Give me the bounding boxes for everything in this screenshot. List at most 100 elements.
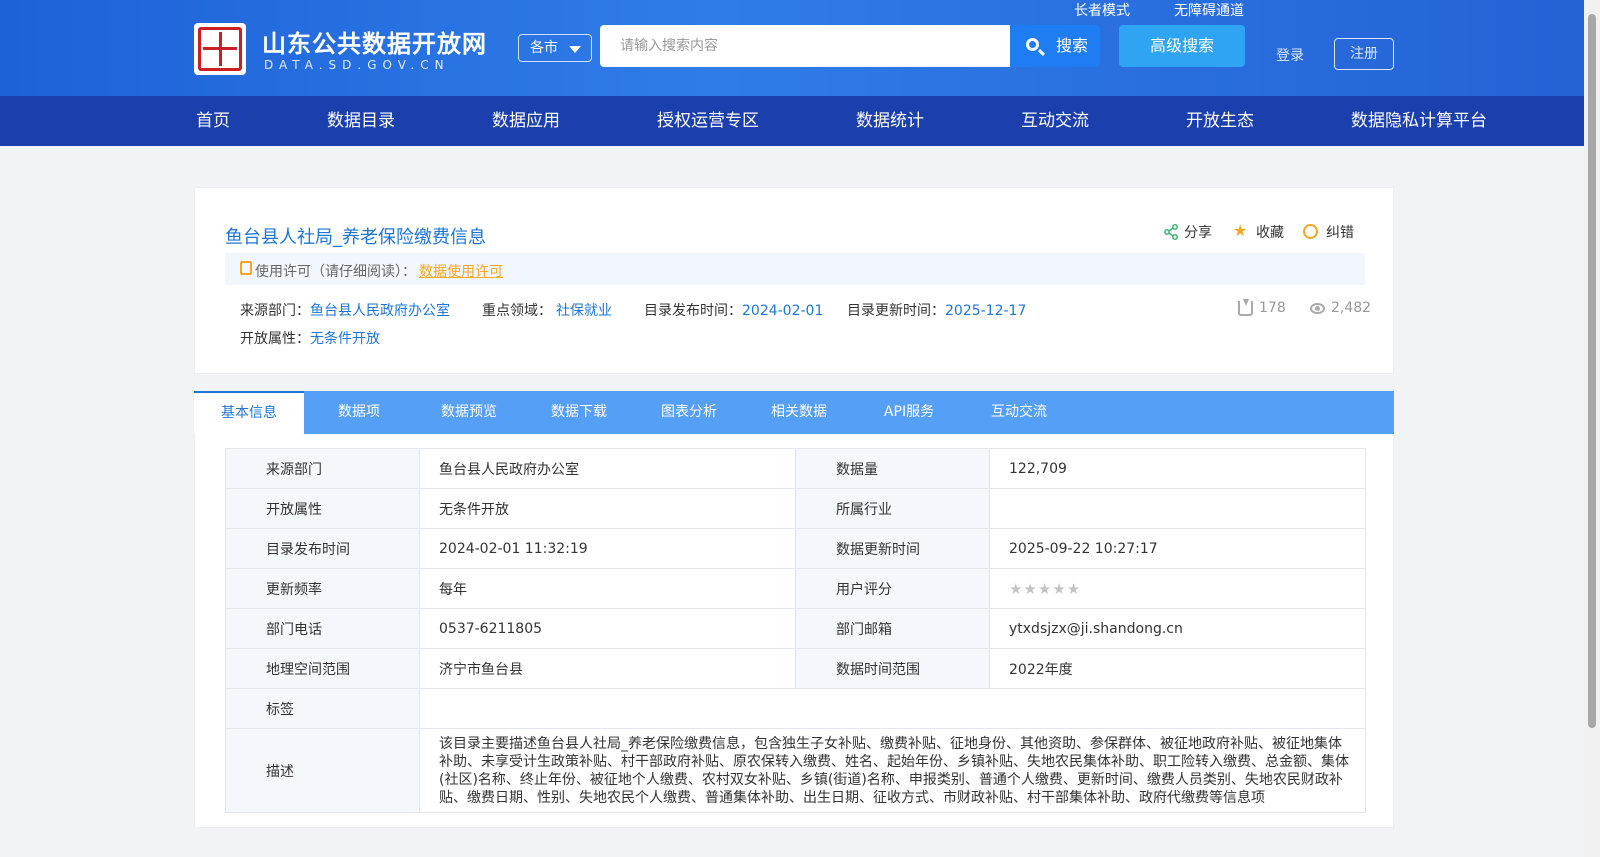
search-icon (1026, 38, 1039, 51)
info-label: 地理空间范围 (225, 648, 420, 689)
license-link[interactable]: 数据使用许可 (419, 261, 503, 281)
info-value: 2024-02-01 11:32:19 (419, 528, 796, 569)
share-icon (1164, 224, 1178, 240)
elder-mode-link[interactable]: 长者模式 (1074, 0, 1130, 20)
table-row: 部门电话 0537-6211805 部门邮箱 ytxdsjzx@ji.shand… (225, 608, 1366, 649)
info-label: 目录发布时间 (225, 528, 420, 569)
view-icon (1310, 303, 1325, 314)
meta-domain: 重点领域： 社保就业 (482, 300, 612, 320)
desc-label: 描述 (225, 728, 420, 813)
site-logo-seal[interactable] (194, 23, 246, 75)
tab-basic-info[interactable]: 基本信息 (194, 391, 304, 434)
meta-open-value[interactable]: 无条件开放 (310, 331, 380, 347)
info-value: 2022年度 (989, 648, 1366, 689)
seal-mark (198, 27, 242, 71)
search-button[interactable]: 搜索 (1010, 25, 1100, 67)
meta-open-key: 开放属性： (240, 331, 310, 347)
license-bar: 使用许可（请仔细阅读）： 数据使用许可 (225, 253, 1365, 285)
nav-item-home[interactable]: 首页 (196, 96, 230, 146)
meta-domain-key: 重点领域： (482, 303, 552, 319)
scrollbar-thumb[interactable] (1588, 14, 1596, 728)
info-label: 数据量 (795, 448, 990, 489)
page-scrollbar[interactable] (1584, 0, 1600, 857)
share-label: 分享 (1184, 225, 1212, 241)
tab-related-data[interactable]: 相关数据 (744, 391, 854, 434)
nav-item-interaction[interactable]: 互动交流 (1021, 96, 1089, 146)
info-value: 无条件开放 (419, 488, 796, 529)
nav-item-catalog[interactable]: 数据目录 (327, 96, 395, 146)
info-label: 数据时间范围 (795, 648, 990, 689)
meta-update-value: 2025-12-17 (945, 303, 1027, 319)
table-row: 目录发布时间 2024-02-01 11:32:19 数据更新时间 2025-0… (225, 528, 1366, 569)
detail-tabs: 基本信息 数据项 数据预览 数据下载 图表分析 相关数据 API服务 互动交流 (194, 391, 1394, 434)
dataset-header-card: 鱼台县人社局_养老保险缴费信息 分享 ★ 收藏 纠错 使用许可（请仔细阅读）： … (194, 187, 1394, 374)
info-label: 部门邮箱 (795, 608, 990, 649)
meta-publish-key: 目录发布时间： (644, 303, 742, 319)
user-rating[interactable]: ★★★★★ (989, 568, 1366, 609)
info-label: 用户评分 (795, 568, 990, 609)
site-domain: DATA.SD.GOV.CN (264, 58, 450, 72)
bookmark-icon (240, 261, 252, 275)
info-value: ytxdsjzx@ji.shandong.cn (989, 608, 1366, 649)
download-icon (1238, 299, 1253, 316)
info-value: 每年 (419, 568, 796, 609)
meta-publish-value: 2024-02-01 (742, 303, 824, 319)
view-count-value: 2,482 (1331, 300, 1372, 316)
info-value: 0537-6211805 (419, 608, 796, 649)
search-button-label: 搜索 (1056, 36, 1089, 55)
city-select-value: 各市 (530, 40, 558, 56)
search-input[interactable]: 请输入搜索内容 (600, 25, 1010, 67)
register-button[interactable]: 注册 (1334, 38, 1394, 70)
tab-interaction[interactable]: 互动交流 (964, 391, 1074, 434)
rating-stars-icon[interactable]: ★★★★★ (1009, 580, 1081, 598)
meta-domain-value[interactable]: 社保就业 (556, 303, 612, 319)
site-header: 山东公共数据开放网 DATA.SD.GOV.CN 长者模式 无障碍通道 各市 请… (0, 0, 1584, 96)
table-row: 开放属性 无条件开放 所属行业 (225, 488, 1366, 529)
accessibility-link[interactable]: 无障碍通道 (1174, 0, 1244, 20)
info-label: 来源部门 (225, 448, 420, 489)
site-name[interactable]: 山东公共数据开放网 (262, 24, 487, 59)
star-icon: ★ (1233, 221, 1248, 240)
nav-item-privacy-computing[interactable]: 数据隐私计算平台 (1351, 96, 1487, 146)
info-value (989, 488, 1366, 529)
info-label: 更新频率 (225, 568, 420, 609)
info-value: 2025-09-22 10:27:17 (989, 528, 1366, 569)
main-nav: 首页 数据目录 数据应用 授权运营专区 数据统计 互动交流 开放生态 数据隐私计… (0, 96, 1584, 146)
meta-publish: 目录发布时间：2024-02-01 (644, 300, 823, 320)
tab-data-preview[interactable]: 数据预览 (414, 391, 524, 434)
table-row: 地理空间范围 济宁市鱼台县 数据时间范围 2022年度 (225, 648, 1366, 689)
advanced-search-button[interactable]: 高级搜索 (1119, 25, 1245, 67)
info-value: 122,709 (989, 448, 1366, 489)
dataset-actions: 分享 ★ 收藏 纠错 (1163, 222, 1363, 242)
download-count-value: 178 (1259, 300, 1286, 316)
meta-update-key: 目录更新时间： (847, 303, 945, 319)
table-row: 更新频率 每年 用户评分 ★★★★★ (225, 568, 1366, 609)
license-label: 使用许可（请仔细阅读）： (255, 264, 416, 280)
meta-source-value[interactable]: 鱼台县人民政府办公室 (310, 303, 450, 319)
error-report-icon (1303, 224, 1318, 239)
caret-down-icon (569, 46, 581, 53)
table-row: 标签 (225, 688, 1366, 729)
basic-info-panel: 来源部门 鱼台县人民政府办公室 数据量 122,709 开放属性 无条件开放 所… (194, 434, 1394, 828)
nav-item-apps[interactable]: 数据应用 (492, 96, 560, 146)
meta-source-key: 来源部门： (240, 303, 310, 319)
tab-chart-analysis[interactable]: 图表分析 (634, 391, 744, 434)
tag-value (419, 688, 1366, 729)
info-label: 开放属性 (225, 488, 420, 529)
meta-source: 来源部门：鱼台县人民政府办公室 (240, 300, 450, 320)
nav-item-ecosystem[interactable]: 开放生态 (1186, 96, 1254, 146)
info-label: 部门电话 (225, 608, 420, 649)
city-select[interactable]: 各市 (518, 34, 592, 62)
meta-open: 开放属性：无条件开放 (240, 328, 380, 348)
table-row: 来源部门 鱼台县人民政府办公室 数据量 122,709 (225, 448, 1366, 489)
nav-item-authorized-ops[interactable]: 授权运营专区 (657, 96, 759, 146)
info-label: 数据更新时间 (795, 528, 990, 569)
info-label: 所属行业 (795, 488, 990, 529)
tab-api-service[interactable]: API服务 (854, 391, 964, 434)
tab-data-download[interactable]: 数据下载 (524, 391, 634, 434)
dataset-title: 鱼台县人社局_养老保险缴费信息 (225, 227, 486, 248)
tab-data-items[interactable]: 数据项 (304, 391, 414, 434)
login-link[interactable]: 登录 (1276, 45, 1304, 65)
favorite-label: 收藏 (1256, 225, 1284, 241)
nav-item-statistics[interactable]: 数据统计 (856, 96, 924, 146)
